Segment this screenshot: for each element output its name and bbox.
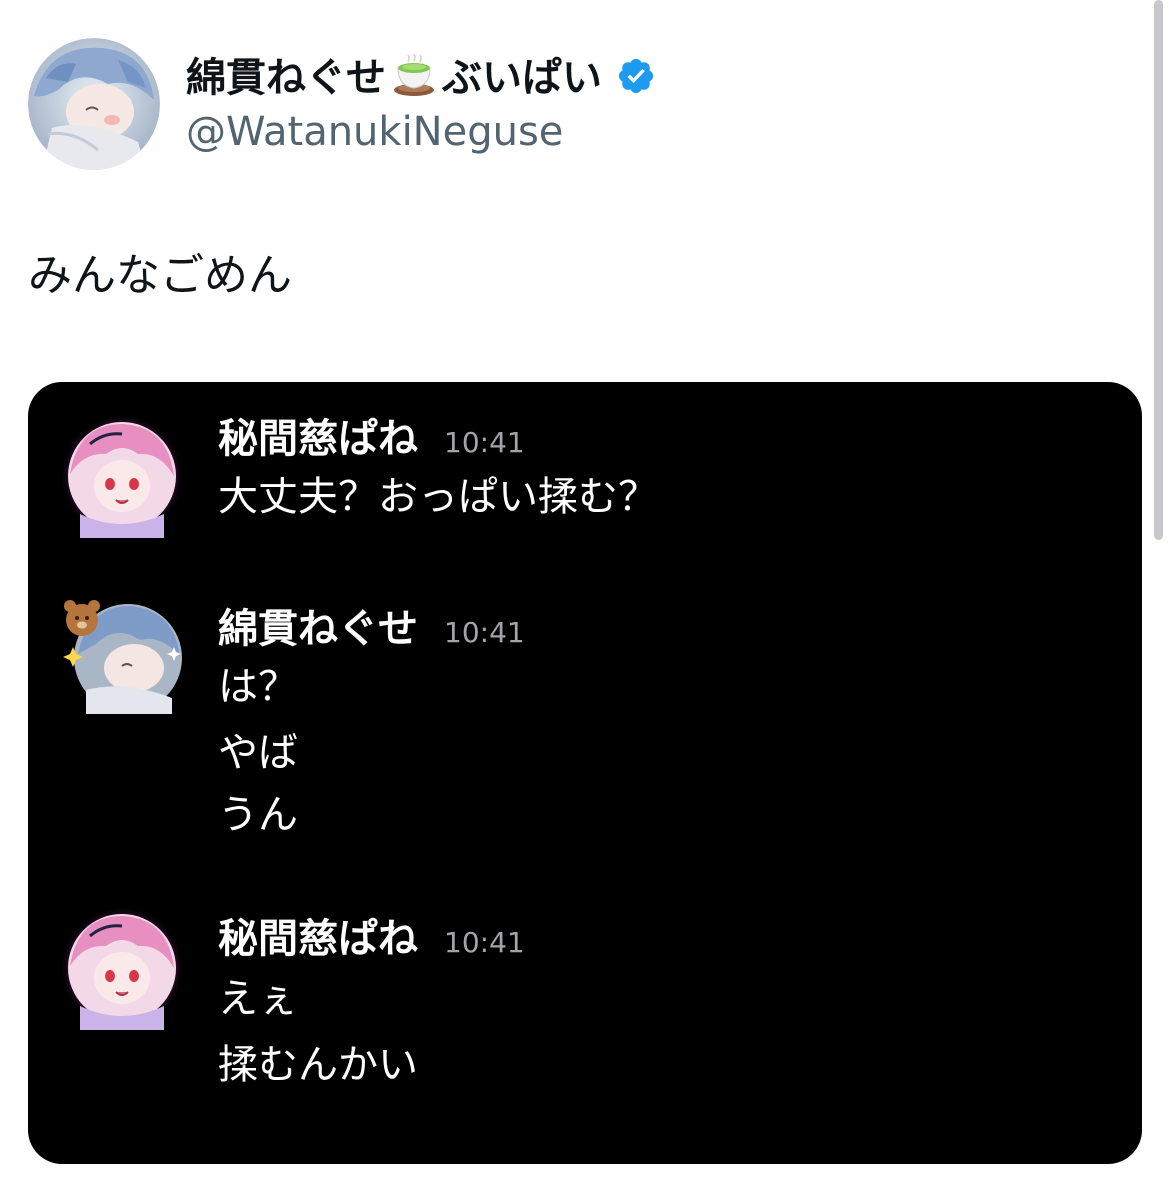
chat-timestamp: 10:41 [444, 926, 525, 959]
chat-message-line: は？ [218, 664, 298, 710]
display-name[interactable]: 綿貫ねぐせ [186, 54, 386, 102]
chat-message-header: 秘間慈ぱね 10:41 [218, 414, 525, 468]
chat-timestamp: 10:41 [444, 616, 525, 649]
display-name-row[interactable]: 綿貫ねぐせ ぶいぱい [186, 52, 656, 104]
chat-message-line: 揉むんかい [218, 1042, 418, 1088]
chat-author: 秘間慈ぱね [218, 916, 418, 962]
tweet-header: 綿貫ねぐせ ぶいぱい @WatanukiNeguse [28, 38, 928, 170]
user-handle[interactable]: @WatanukiNeguse [186, 108, 563, 156]
attached-image[interactable]: 秘間慈ぱね 10:41 大丈夫？おっぱい揉む？ 綿貫ねぐせ 10:41 は？ や… [28, 382, 1142, 1164]
chat-message-line: やば [218, 730, 298, 776]
chat-author: 秘間慈ぱね [218, 416, 418, 462]
verified-badge-icon [616, 56, 656, 100]
teacup-icon [390, 52, 438, 104]
avatar[interactable] [28, 38, 160, 170]
chat-message-header: 秘間慈ぱね 10:41 [218, 914, 525, 968]
avatar [60, 414, 184, 538]
tweet-text: みんなごめん [28, 250, 292, 301]
chat-message-line: えぇ [218, 976, 298, 1022]
avatar [60, 906, 184, 1030]
chat-message-line: 大丈夫？おっぱい揉む？ [218, 474, 658, 520]
display-name-suffix[interactable]: ぶいぱい [442, 54, 602, 102]
chat-timestamp: 10:41 [444, 426, 525, 459]
chat-message-line: うん [218, 792, 298, 838]
chat-message-header: 綿貫ねぐせ 10:41 [218, 604, 525, 658]
scrollbar[interactable] [1154, 0, 1163, 540]
avatar [60, 594, 184, 718]
chat-author: 綿貫ねぐせ [218, 606, 418, 652]
